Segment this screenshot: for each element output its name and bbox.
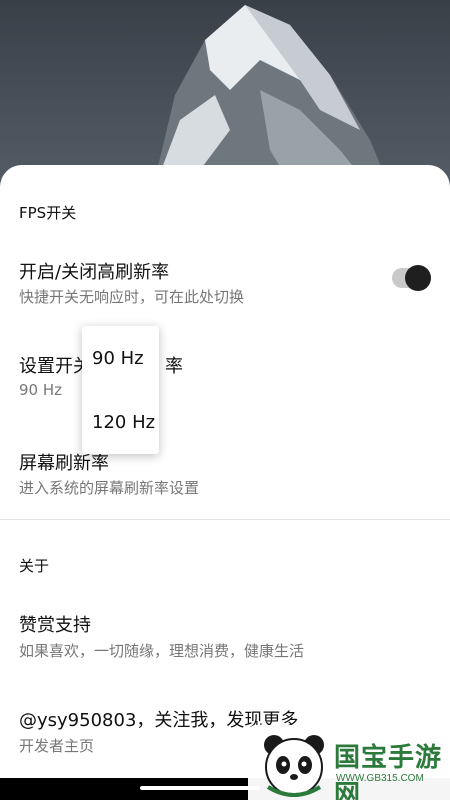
section-divider (0, 519, 450, 520)
screen-refresh-row-subtitle: 进入系统的屏幕刷新率设置 (19, 479, 200, 497)
toggle-row-subtitle: 快捷开关无响应时，可在此处切换 (19, 288, 245, 306)
watermark-url: WWW.GB315.COM (336, 773, 424, 784)
set-switch-title-visible: 设置开关 (19, 356, 91, 377)
refresh-rate-dropdown-popup: 90 Hz 120 Hz (82, 326, 159, 454)
popup-option-90hz[interactable]: 90 Hz (92, 348, 144, 369)
watermark-text: 国宝手游网 (334, 743, 443, 800)
settings-sheet: FPS开关 开启/关闭高刷新率 快捷开关无响应时，可在此处切换 设置开关 率 90… (0, 165, 450, 800)
high-refresh-toggle-switch[interactable] (392, 265, 431, 291)
donate-row-subtitle: 如果喜欢，一切随缘，理想消费，健康生活 (19, 642, 305, 660)
panda-logo-icon (264, 735, 324, 797)
popup-option-120hz[interactable]: 120 Hz (92, 412, 155, 433)
fps-section-header: FPS开关 (19, 204, 77, 222)
set-switch-title-tail: 率 (165, 356, 183, 377)
about-section-header: 关于 (19, 557, 50, 575)
set-switch-row-value: 90 Hz (19, 381, 63, 399)
watermark-badge: 国宝手游网 WWW.GB315.COM (248, 725, 450, 800)
author-row-subtitle: 开发者主页 (19, 737, 95, 755)
toggle-row-title: 开启/关闭高刷新率 (19, 262, 170, 283)
donate-row-title: 赞赏支持 (19, 615, 91, 636)
toggle-knob (405, 265, 431, 291)
home-indicator[interactable] (140, 786, 260, 790)
